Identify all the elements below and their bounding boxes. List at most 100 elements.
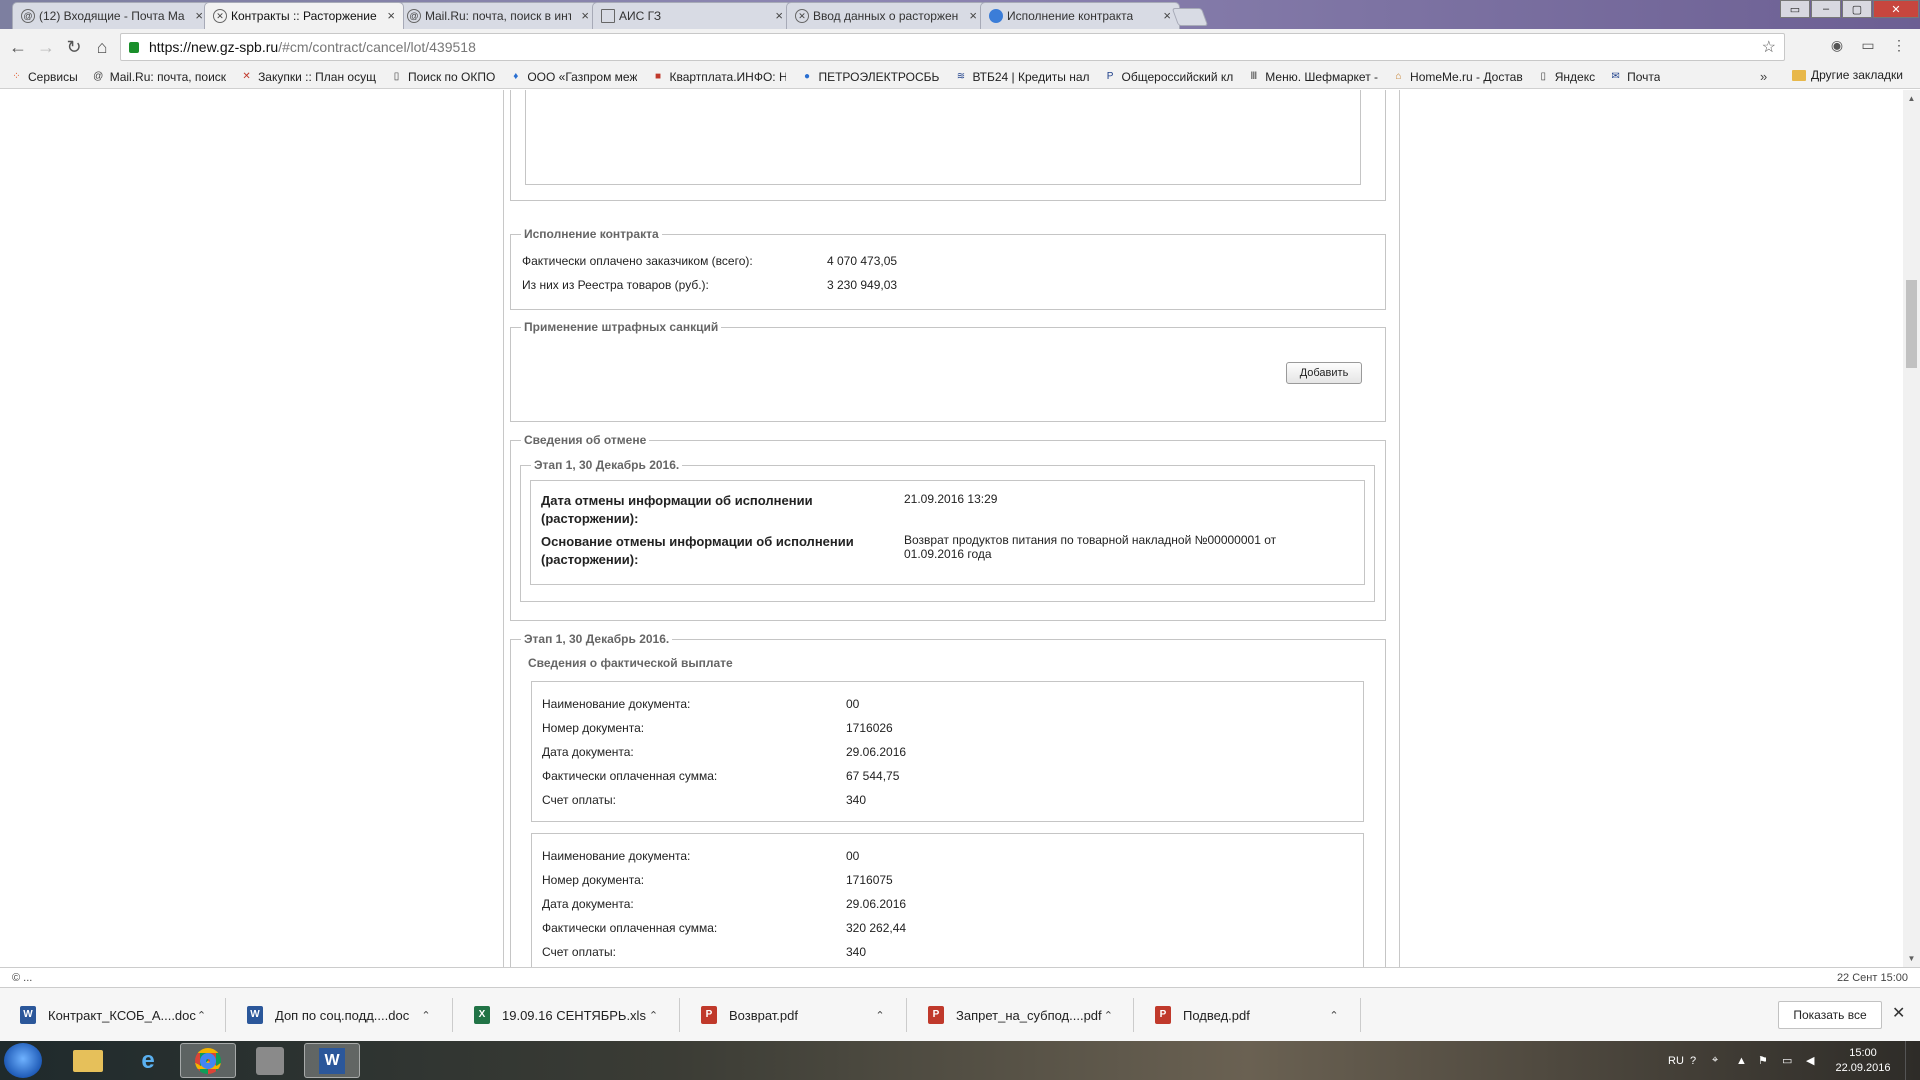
pdf-file-icon: P [1155,1006,1171,1024]
scroll-down-arrow-icon[interactable]: ▼ [1903,950,1920,967]
show-all-downloads-button[interactable]: Показать все [1778,1001,1882,1029]
download-item[interactable]: W Доп по соц.подд....doc ⌃ [227,998,453,1032]
window-close-button[interactable]: ✕ [1873,0,1919,18]
field-label: Дата документа: [542,897,634,911]
field-label: Фактически оплачено заказчиком (всего): [522,254,753,268]
extension-icon[interactable]: ◉ [1828,37,1846,55]
close-icon[interactable]: × [775,8,783,23]
volume-icon[interactable]: ◀ [1806,1041,1814,1080]
chevron-up-icon[interactable]: ⌃ [1102,1009,1115,1022]
home-icon[interactable]: ⌂ [90,35,114,59]
address-bar[interactable]: https://new.gz-spb.ru/#cm/contract/cance… [120,33,1785,61]
doc-number-value: 1716026 [846,721,893,735]
bookmark-homeme[interactable]: ⌂ HomeMe.ru - Достав [1392,70,1523,84]
language-indicator[interactable]: RU [1668,1041,1684,1080]
tab-contracts-cancel[interactable]: ✕ Контракты :: Расторжение × [204,2,404,29]
reload-icon[interactable]: ↻ [62,35,86,59]
chevron-up-icon[interactable]: ⌃ [196,1009,207,1022]
bookmark-classifier[interactable]: P Общероссийский кл [1104,70,1234,84]
bookmark-gazprom[interactable]: ♦ ООО «Газпром меж [509,70,637,84]
download-item[interactable]: P Возврат.pdf ⌃ [681,998,907,1032]
tab-ais-gz[interactable]: АИС ГЗ × [592,2,792,29]
network-icon[interactable]: ⌖ [1712,1041,1718,1080]
tab-contract-execution[interactable]: Исполнение контракта × [980,2,1180,29]
back-arrow-icon[interactable]: ← [6,35,30,59]
tray-expand-icon[interactable]: ▲ [1736,1041,1747,1080]
scrollbar-thumb[interactable] [1906,280,1917,368]
bookmark-pochta[interactable]: ✉ Почта [1609,70,1660,84]
minimize-button[interactable]: – [1811,0,1841,18]
close-icon[interactable]: × [387,8,395,23]
internet-explorer-icon[interactable]: e [120,1043,176,1078]
bookmark-kvartplata[interactable]: ■ Квартплата.ИНФО: Н [651,69,787,84]
bookmark-okpo[interactable]: ▯ Поиск по ОКПО [390,70,496,84]
chevron-up-icon[interactable]: ⌃ [1326,1009,1342,1022]
show-desktop-button[interactable] [1905,1041,1920,1080]
shield-icon: ■ [654,71,661,82]
tab-mail-inbox[interactable]: @ (12) Входящие - Почта Mail.Ru × [12,2,212,29]
url-text: https://new.gz-spb.ru/#cm/contract/cance… [149,39,476,55]
penalties-section: Применение штрафных санкций Добавить [510,320,1386,422]
close-icon[interactable]: × [1163,8,1171,23]
download-item[interactable]: P Запрет_на_субпод....pdf ⌃ [908,998,1134,1032]
close-icon[interactable]: ✕ [1892,1003,1905,1023]
close-icon[interactable]: × [969,8,977,23]
start-button[interactable] [4,1043,42,1078]
bookmark-services[interactable]: ⁘ Сервисы [10,70,77,84]
chrome-icon[interactable] [180,1043,236,1078]
field-label: Фактически оплаченная сумма: [542,769,718,783]
tab-mailru[interactable]: @ Mail.Ru: почта, поиск в интернете × [398,2,598,29]
page-scrollbar[interactable]: ▲ ▼ [1903,90,1920,967]
bookmark-zakupki[interactable]: ✕ Закупки :: План осущ [240,70,376,84]
other-bookmarks-button[interactable]: Другие закладки [1792,68,1903,82]
bookmarks-more-button[interactable]: » [1760,69,1767,84]
person-icon[interactable]: ▭ [1780,0,1810,18]
gz-icon: ✕ [242,71,251,82]
download-item[interactable]: P Подвед.pdf ⌃ [1135,998,1361,1032]
menu-dots-icon[interactable]: ⋮ [1890,37,1908,55]
bookmark-yandex[interactable]: ▯ Яндекс [1537,70,1595,84]
cancellation-section: Сведения об отмене Этап 1, 30 Декабрь 20… [510,433,1386,621]
download-item[interactable]: X 19.09.16 СЕНТЯБРЬ.xls ⌃ [454,998,680,1032]
monitor-icon[interactable]: ▭ [1782,1041,1792,1080]
chevron-up-icon[interactable]: ⌃ [872,1009,888,1022]
new-tab-button[interactable] [1171,8,1209,26]
cast-icon[interactable]: ▭ [1859,37,1877,55]
star-icon[interactable]: ☆ [1762,37,1776,57]
app-character-icon[interactable] [242,1043,298,1078]
forward-arrow-icon[interactable]: → [34,35,58,59]
bookmark-mailru[interactable]: @ Mail.Ru: почта, поиск [92,70,226,84]
chevron-up-icon[interactable]: ⌃ [418,1009,434,1022]
download-item[interactable]: W Контракт_КСОБ_А....doc ⌃ [0,998,226,1032]
taskbar-clock[interactable]: 15:00 22.09.2016 [1832,1046,1894,1076]
close-icon[interactable]: × [581,8,589,23]
download-filename: 19.09.16 СЕНТЯБРЬ.xls [502,1007,646,1023]
chevron-up-icon[interactable]: ⌃ [646,1009,661,1022]
bookmark-vtb24[interactable]: ≋ ВТБ24 | Кредиты нал [954,70,1090,84]
bookmark-chefmarket[interactable]: Ⅲ Меню. Шефмаркет - [1247,70,1378,84]
mail-icon: ✉ [1611,71,1620,82]
bookmark-label: ПЕТРОЭЛЕКТРОСБЫТ [818,69,941,84]
flag-icon[interactable]: ⚑ [1758,1041,1768,1080]
word-icon[interactable]: W [304,1043,360,1078]
browser-toolbar: ← → ↻ ⌂ https://new.gz-spb.ru/#cm/contra… [0,29,1920,65]
bookmark-label: Квартплата.ИНФО: Н [669,69,787,84]
pdf-file-icon: P [928,1006,944,1024]
file-explorer-icon[interactable] [60,1043,116,1078]
field-label: Наименование документа: [542,849,691,863]
bookmark-pes[interactable]: ● ПЕТРОЭЛЕКТРОСБЫТ [800,69,941,84]
tab-title: Mail.Ru: почта, поиск в интернете [425,9,571,23]
tab-title: Контракты :: Расторжение [231,9,377,23]
mail-at-icon: @ [407,9,421,23]
payments-section: Этап 1, 30 Декабрь 2016. Сведения о факт… [510,632,1386,967]
field-label: Дата документа: [542,745,634,759]
help-icon[interactable]: ? [1690,1041,1696,1080]
status-bar: © ... 22 Сент 15:00 [0,967,1920,987]
close-icon[interactable]: × [195,8,203,23]
cancellation-details-box: Дата отмены информации об исполнении (ра… [530,480,1365,585]
add-penalty-button[interactable]: Добавить [1286,362,1362,384]
tab-cancel-input[interactable]: ✕ Ввод данных о расторжении × [786,2,986,29]
maximize-button[interactable]: ▢ [1842,0,1872,18]
payment-record: Наименование документа: 00 Номер докумен… [531,681,1364,822]
scroll-up-arrow-icon[interactable]: ▲ [1903,90,1920,107]
